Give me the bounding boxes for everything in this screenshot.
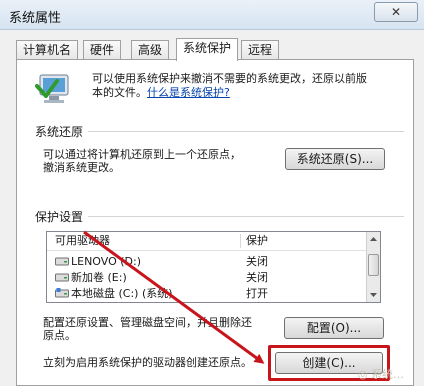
drive-list-scrollbar[interactable] — [366, 232, 380, 302]
scroll-up-icon[interactable] — [367, 232, 380, 245]
tab-computer-name[interactable]: 计算机名 — [16, 40, 79, 60]
intro-text-line2: 本的文件。什么是系统保护? — [92, 86, 230, 100]
drive-status: 关闭 — [246, 271, 268, 284]
drive-status: 关闭 — [246, 255, 268, 268]
what-is-system-protection-link[interactable]: 什么是系统保护? — [147, 86, 230, 99]
intro-text-line1: 可以使用系统保护来撤消不需要的系统更改，还原以前版 — [92, 72, 367, 85]
protection-settings-label: 保护设置 — [35, 210, 84, 224]
drive-row[interactable]: 本地磁盘 (C:) (系统) 打开 — [47, 286, 366, 301]
window-title: 系统属性 — [9, 11, 62, 26]
tab-system-protection[interactable]: 系统保护 — [176, 38, 239, 61]
tab-remote[interactable]: 远程 — [241, 40, 280, 60]
title-bar: 系统属性 ✕ — [0, 0, 424, 30]
configure-button[interactable]: 配置(O)... — [284, 317, 384, 339]
tab-hardware[interactable]: 硬件 — [83, 40, 122, 60]
restore-desc-line1: 可以通过将计算机还原到上一个还原点， — [43, 148, 241, 161]
configure-desc-line2: 原点。 — [43, 329, 76, 342]
system-restore-label: 系统还原 — [35, 125, 84, 139]
drive-row[interactable]: 新加卷 (E:) 关闭 — [47, 270, 366, 285]
watermark: ◎ 系统… — [357, 368, 404, 381]
column-separator — [240, 234, 241, 248]
close-button[interactable]: ✕ — [374, 2, 418, 22]
drive-status: 打开 — [246, 287, 268, 300]
system-restore-divider — [88, 131, 404, 132]
system-drive-icon — [55, 288, 69, 298]
drive-name: LENOVO (D:) — [71, 255, 142, 268]
create-desc: 立刻为启用系统保护的驱动器创建还原点。 — [43, 356, 252, 369]
intro-text-prefix: 本的文件。 — [92, 86, 147, 99]
drive-icon — [55, 257, 69, 266]
drive-list[interactable]: 可用驱动器 保护 LENOVO (D:) 关闭 新加卷 (E:) 关闭 本地磁盘… — [46, 231, 381, 303]
column-protection[interactable]: 保护 — [246, 232, 268, 250]
system-protection-icon — [35, 74, 69, 103]
close-icon: ✕ — [390, 5, 402, 19]
drive-row[interactable]: LENOVO (D:) 关闭 — [47, 254, 366, 269]
configure-desc-line1: 配置还原设置、管理磁盘空间，并且删除还 — [43, 316, 252, 329]
tab-advanced[interactable]: 高级 — [131, 40, 170, 60]
drive-icon — [55, 273, 69, 282]
drive-name: 新加卷 (E:) — [71, 271, 127, 284]
scroll-down-icon[interactable] — [367, 288, 380, 301]
drive-list-header: 可用驱动器 保护 — [47, 232, 366, 251]
drive-name: 本地磁盘 (C:) (系统) — [71, 287, 173, 300]
restore-desc-line2: 撤消系统更改。 — [43, 161, 120, 174]
column-available-drives[interactable]: 可用驱动器 — [55, 232, 110, 250]
protection-settings-divider — [88, 216, 404, 217]
system-restore-button[interactable]: 系统还原(S)... — [285, 148, 385, 170]
scroll-thumb[interactable] — [368, 254, 379, 276]
